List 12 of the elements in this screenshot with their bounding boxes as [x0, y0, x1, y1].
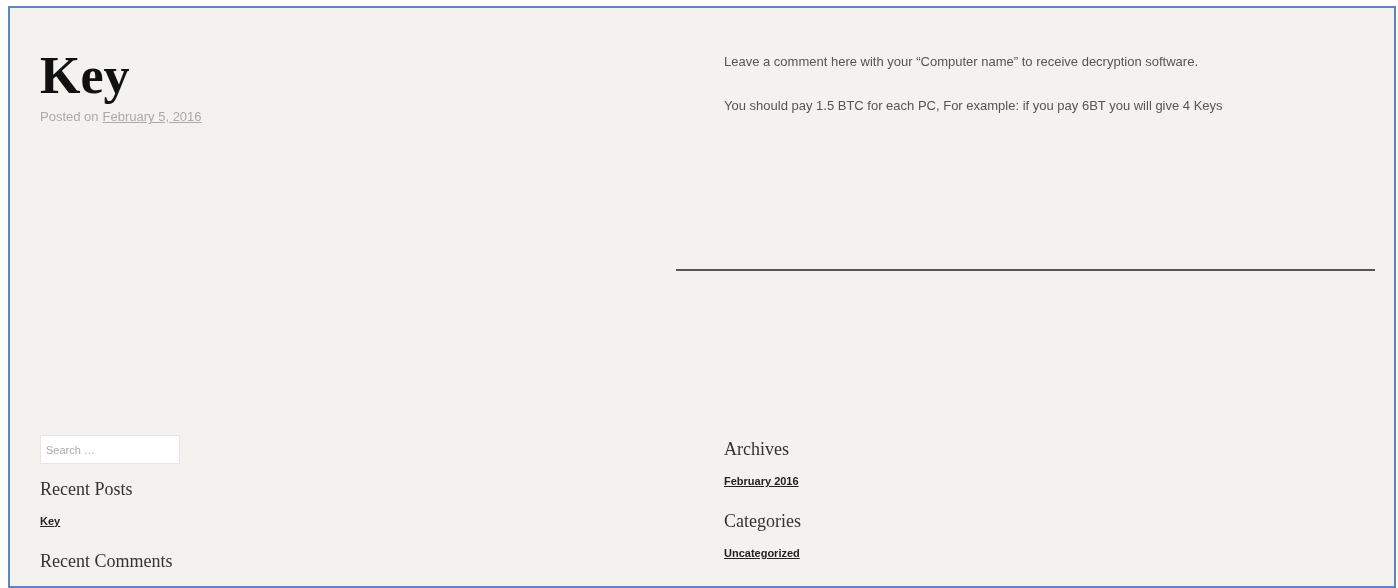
post-title: Key [40, 48, 130, 104]
widget-title: Recent Comments [40, 550, 173, 573]
post-paragraph: You should pay 1.5 BTC for each PC, For example: if you pay 6BT you will give 4 Keys [724, 97, 1223, 115]
search-field[interactable]: Search … [40, 435, 180, 464]
widget-title: Categories [724, 510, 801, 533]
posted-on-label: Posted on [40, 108, 99, 126]
widget-title: Archives [724, 438, 789, 461]
widget-link[interactable]: Uncategorized [724, 545, 800, 561]
post-paragraph: Leave a comment here with your “Computer name” to receive decryption software. [724, 53, 1198, 71]
widget-title: Recent Posts [40, 478, 133, 501]
widget-link[interactable]: February 2016 [724, 473, 799, 489]
widget-link[interactable]: Key [40, 513, 61, 529]
